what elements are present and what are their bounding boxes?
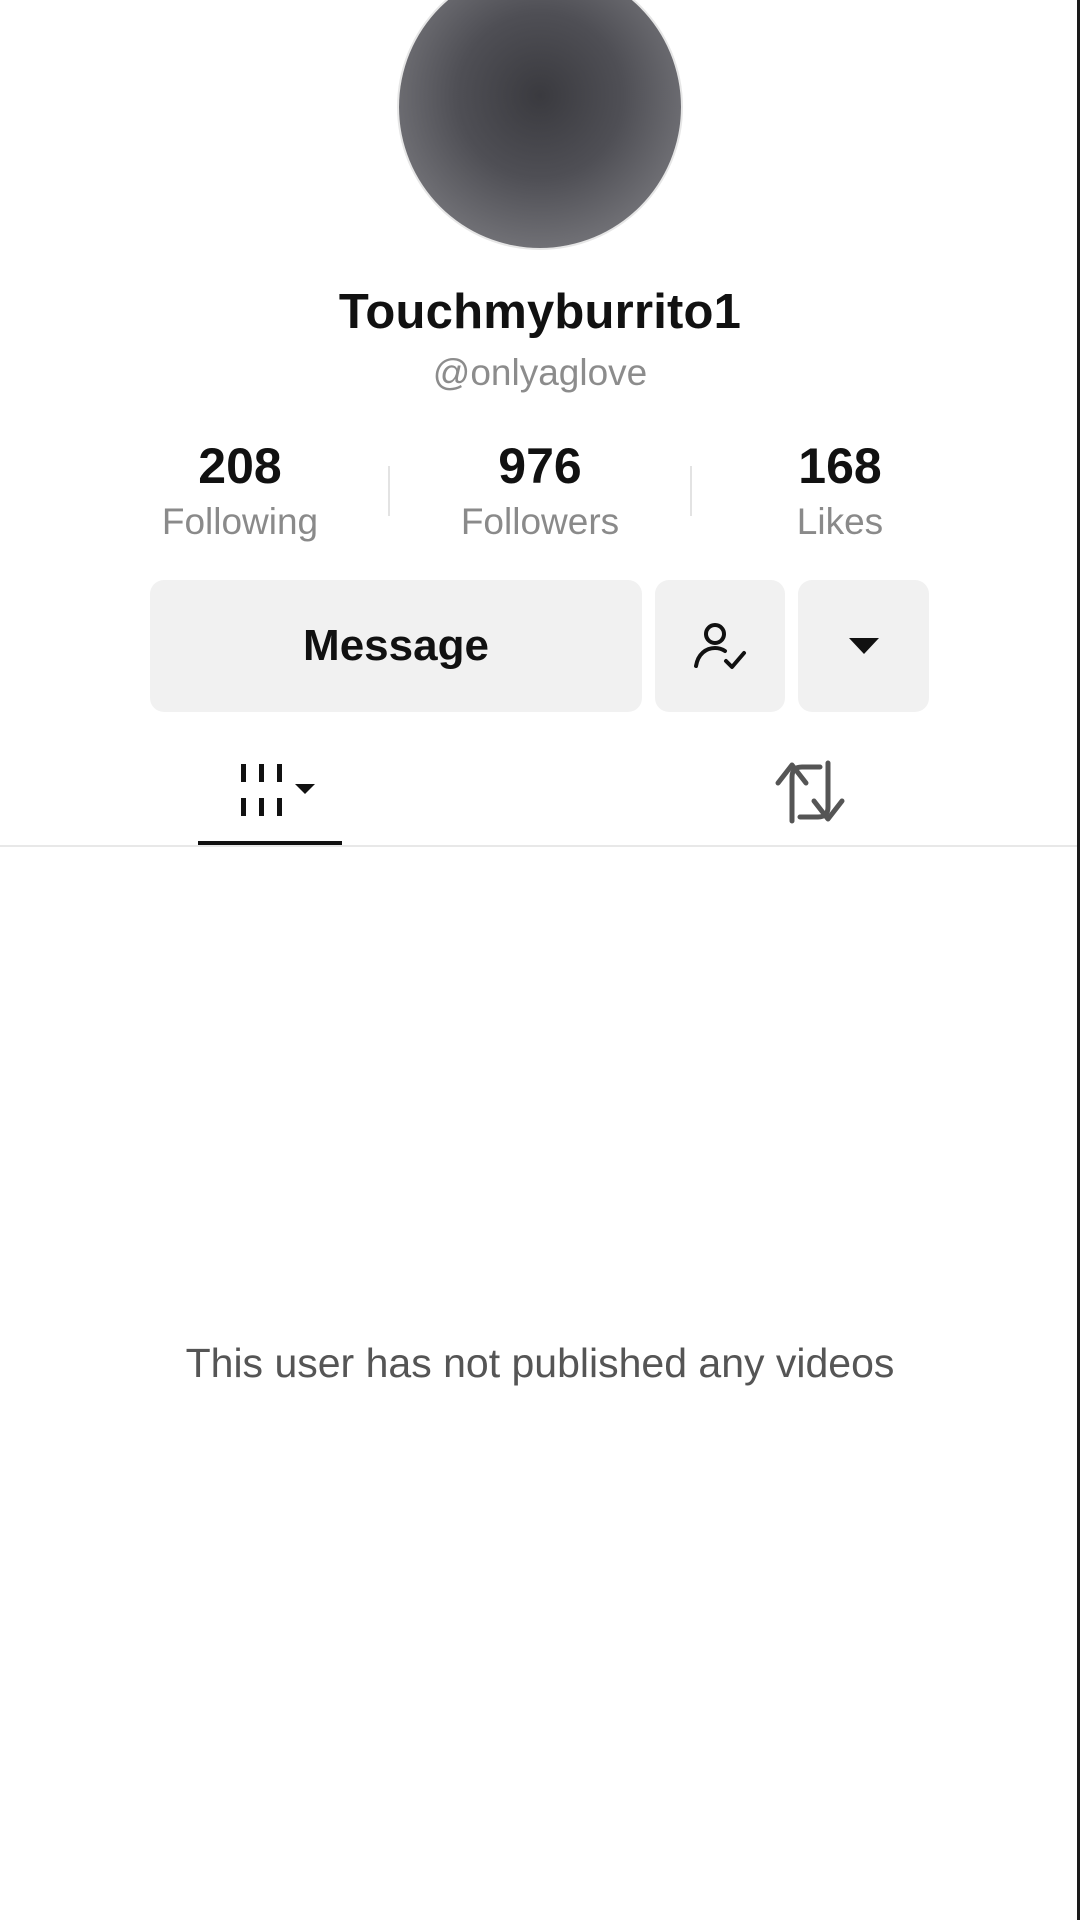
followers-count: 976 [498, 438, 582, 494]
more-options-button[interactable] [798, 580, 929, 712]
stat-following[interactable]: 208 Following [120, 436, 360, 548]
following-label: Following [161, 501, 319, 542]
followers-label: Followers [460, 501, 620, 542]
repost-icon [775, 760, 845, 824]
tab-reposts[interactable] [740, 740, 880, 844]
display-name: Touchmyburrito1 [338, 285, 742, 339]
caret-down-icon [848, 638, 879, 654]
stat-divider [690, 466, 692, 516]
stat-likes[interactable]: 168 Likes [720, 436, 960, 548]
video-grid-icon [241, 764, 315, 816]
likes-count: 168 [798, 438, 882, 494]
stat-followers[interactable]: 976 Followers [420, 436, 660, 548]
username: @onlyaglove [432, 352, 648, 393]
avatar[interactable] [399, 0, 681, 248]
likes-label: Likes [796, 501, 884, 542]
following-status-button[interactable] [655, 580, 785, 712]
tab-videos[interactable] [198, 740, 342, 844]
following-count: 208 [198, 438, 282, 494]
person-check-icon [694, 623, 746, 669]
tab-separator [0, 845, 1077, 847]
stat-divider [388, 466, 390, 516]
message-button[interactable]: Message [150, 580, 642, 712]
empty-videos-message: This user has not published any videos [185, 1340, 895, 1386]
